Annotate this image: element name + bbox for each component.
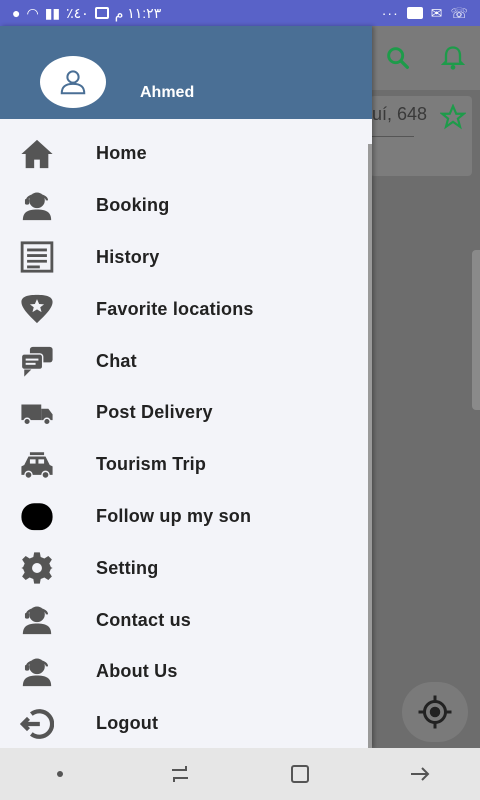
blob-icon (20, 499, 54, 533)
menu-label: Contact us (96, 609, 192, 630)
status-bar: ١١:٢٣ م ٤٠٪ ▮▮ ◠ ● ··· ✉ ☏ (0, 0, 480, 26)
menu-item-booking[interactable]: Booking (0, 180, 368, 232)
more-notifications-icon: ··· (381, 5, 399, 21)
back-arrow-icon[interactable] (408, 762, 432, 786)
person-headset-icon (20, 603, 54, 637)
person-headset-icon (20, 189, 54, 223)
list-document-icon (20, 240, 54, 274)
signal-icon: ▮▮ (44, 4, 61, 21)
menu-item-chat[interactable]: Chat (0, 335, 368, 387)
sim-icon (94, 7, 109, 19)
menu-label: Favorite locations (96, 298, 254, 319)
truck-icon (20, 396, 54, 430)
menu-item-follow-up-my-son[interactable]: Follow up my son (0, 491, 368, 543)
crosshair-icon (418, 695, 452, 729)
car-icon (20, 448, 54, 482)
message-icon (406, 7, 423, 19)
clock: ١١:٢٣ م (114, 4, 162, 21)
menu-item-contact-us[interactable]: Contact us (0, 594, 368, 646)
location-icon: ● (12, 5, 21, 21)
favorite-location-icon (20, 292, 54, 326)
drawer-menu: Home Booking History Favorite locations … (0, 128, 368, 750)
card-divider (372, 136, 414, 137)
background-location-card: uí, 648 (370, 96, 472, 176)
home-button-icon[interactable] (288, 762, 312, 786)
menu-item-home[interactable]: Home (0, 128, 368, 180)
menu-label: Tourism Trip (96, 454, 207, 475)
locate-me-button[interactable] (402, 682, 468, 742)
person-headset-icon (20, 655, 54, 689)
system-navigation-bar (0, 748, 480, 800)
search-icon[interactable] (384, 44, 412, 72)
menu-label: Booking (96, 195, 170, 216)
menu-label: History (96, 246, 160, 267)
menu-item-about-us[interactable]: About Us (0, 646, 368, 698)
menu-item-tourism-trip[interactable]: Tourism Trip (0, 439, 368, 491)
menu-label: Logout (96, 713, 159, 734)
menu-item-setting[interactable]: Setting (0, 542, 368, 594)
viber-icon: ☏ (450, 4, 468, 21)
address-snippet: uí, 648 (372, 104, 428, 124)
status-right: ··· ✉ ☏ (382, 5, 468, 22)
chat-icon (20, 344, 54, 378)
avatar[interactable] (40, 56, 106, 108)
dot-icon[interactable] (48, 762, 72, 786)
bottom-sheet-handle[interactable] (472, 250, 480, 410)
menu-label: Setting (96, 557, 159, 578)
star-icon[interactable] (440, 104, 466, 130)
menu-label: Follow up my son (96, 505, 252, 526)
user-name: Ahmed (140, 84, 195, 101)
menu-label: Post Delivery (96, 402, 213, 423)
navigation-drawer: Ahmed Home Booking History Favorite loca… (0, 26, 372, 750)
menu-item-favorite-locations[interactable]: Favorite locations (0, 283, 368, 335)
battery-level: ٤٠٪ (66, 4, 89, 21)
menu-label: About Us (96, 661, 178, 682)
user-icon (60, 70, 86, 95)
gear-icon (20, 551, 54, 585)
background-topbar (370, 26, 480, 90)
status-left: ١١:٢٣ م ٤٠٪ ▮▮ ◠ ● (12, 5, 161, 22)
menu-label: Chat (96, 350, 137, 371)
wifi-icon: ◠ (26, 4, 39, 21)
recent-apps-icon[interactable] (168, 762, 192, 786)
drawer-scrollbar[interactable] (368, 144, 372, 750)
logout-icon (20, 707, 54, 741)
menu-item-history[interactable]: History (0, 232, 368, 284)
drawer-header: Ahmed (0, 26, 372, 119)
menu-label: Home (96, 143, 147, 164)
home-icon (20, 137, 54, 171)
menu-item-post-delivery[interactable]: Post Delivery (0, 387, 368, 439)
menu-item-logout[interactable]: Logout (0, 698, 368, 750)
app-notification-icon: ✉ (430, 4, 443, 21)
bell-icon[interactable] (439, 44, 467, 72)
